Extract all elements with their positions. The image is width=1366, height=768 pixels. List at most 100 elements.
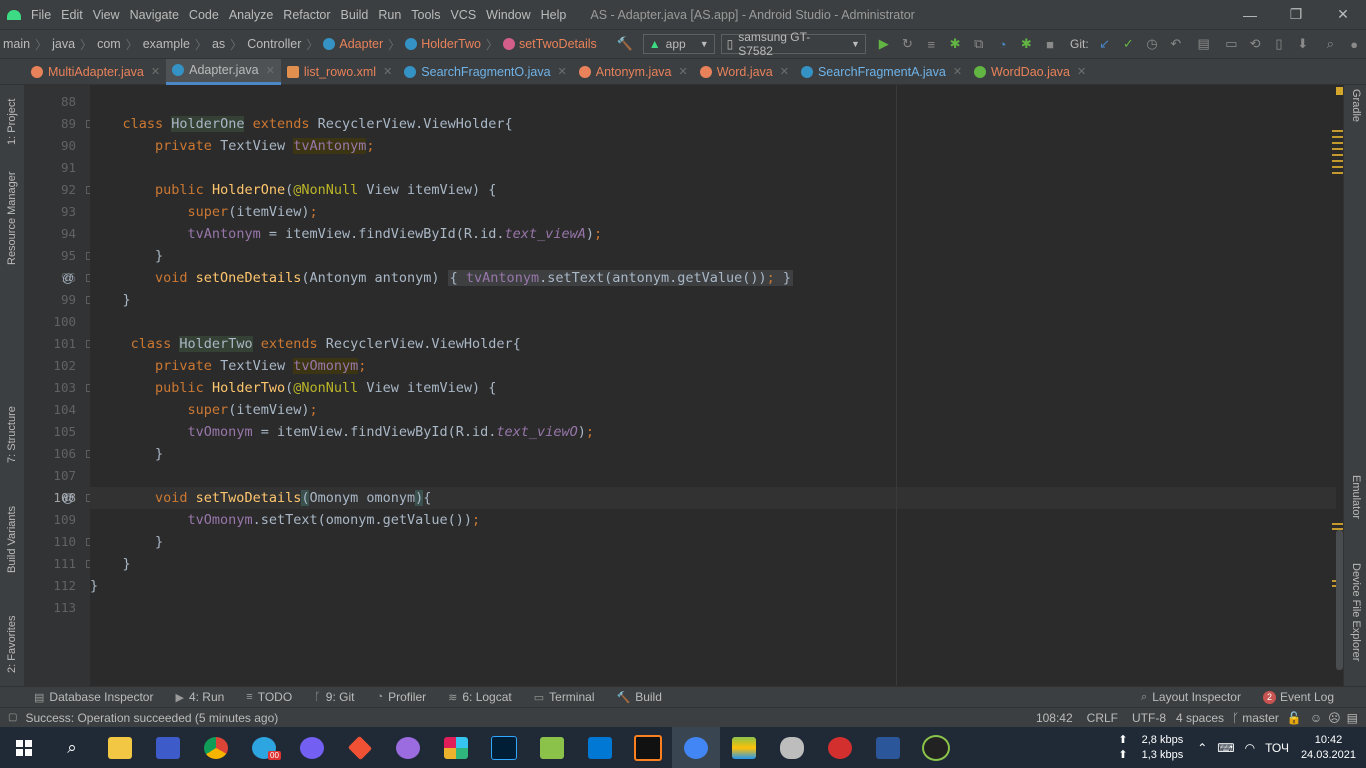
clock[interactable]: 10:42 24.03.2021 xyxy=(1301,733,1356,763)
tab-multiadapter[interactable]: MultiAdapter.java ✕ xyxy=(25,59,166,85)
database-inspector-button[interactable]: ▤ Database Inspector xyxy=(34,690,153,704)
android-studio-taskbar-icon[interactable] xyxy=(672,727,720,768)
profile-icon[interactable]: ◔ xyxy=(995,36,1011,52)
git-commit-icon[interactable]: ✓ xyxy=(1120,36,1136,52)
menu-file[interactable]: File xyxy=(31,8,51,22)
menu-refactor[interactable]: Refactor xyxy=(283,8,330,22)
apply-changes-icon[interactable]: ≡ xyxy=(923,36,939,52)
override-marker-icon[interactable]: @ xyxy=(62,267,74,289)
chrome-icon[interactable] xyxy=(192,727,240,768)
close-button[interactable]: ✕ xyxy=(1320,0,1366,29)
menu-analyze[interactable]: Analyze xyxy=(229,8,273,22)
close-icon[interactable]: ✕ xyxy=(151,65,160,78)
menu-navigate[interactable]: Navigate xyxy=(130,8,179,22)
structure-tool-button[interactable]: 7: Structure xyxy=(6,406,18,463)
breadcrumb-controller[interactable]: Controller 〉 xyxy=(247,36,323,53)
scroll-thumb[interactable] xyxy=(1336,530,1343,670)
tab-worddao[interactable]: WordDao.java ✕ xyxy=(968,59,1092,85)
breadcrumb-example[interactable]: example 〉 xyxy=(143,36,212,53)
caret-position[interactable]: 108:42 xyxy=(1036,711,1073,725)
search-icon[interactable]: ⌕ xyxy=(48,727,96,768)
github-desktop-icon[interactable] xyxy=(384,727,432,768)
git-update-icon[interactable]: ↙ xyxy=(1097,36,1113,52)
hammer-icon[interactable]: 🔨 xyxy=(617,36,633,52)
rerun-icon[interactable]: ↻ xyxy=(900,36,916,52)
emulator-tool-button[interactable]: Emulator xyxy=(1350,475,1362,519)
git-branch[interactable]: master xyxy=(1242,711,1279,725)
windows-start-icon[interactable] xyxy=(0,727,48,768)
photoshop-icon[interactable] xyxy=(480,727,528,768)
event-log-button[interactable]: 2 Event Log xyxy=(1262,690,1334,704)
menu-run[interactable]: Run xyxy=(378,8,401,22)
tab-word[interactable]: Word.java ✕ xyxy=(694,59,795,85)
speedtest-icon[interactable] xyxy=(912,727,960,768)
tab-adapter[interactable]: Adapter.java ✕ xyxy=(166,58,281,85)
tool-windows-toggle-icon[interactable]: ▢ xyxy=(8,712,17,723)
stop-icon[interactable]: ■ xyxy=(1042,36,1058,52)
close-icon[interactable]: ✕ xyxy=(558,65,567,78)
c-app-icon[interactable] xyxy=(816,727,864,768)
user-icon[interactable]: ● xyxy=(1346,36,1362,52)
build-tool-button[interactable]: 🔨 Build xyxy=(617,690,662,704)
git-gui-icon[interactable] xyxy=(336,727,384,768)
breadcrumb-java[interactable]: java 〉 xyxy=(52,36,97,53)
happy-face-icon[interactable]: ☺ xyxy=(1310,711,1322,725)
attach-icon[interactable]: ✱ xyxy=(1018,36,1034,52)
close-icon[interactable]: ✕ xyxy=(780,65,789,78)
breadcrumb-settwodetails[interactable]: setTwoDetails xyxy=(502,37,597,51)
layout-inspector-button[interactable]: ⌕ Layout Inspector xyxy=(1141,690,1241,704)
close-icon[interactable]: ✕ xyxy=(953,65,962,78)
menu-vcs[interactable]: VCS xyxy=(450,8,476,22)
attach-debugger-icon[interactable]: ⧉ xyxy=(971,36,987,52)
menu-edit[interactable]: Edit xyxy=(61,8,83,22)
menu-build[interactable]: Build xyxy=(341,8,369,22)
device-manager-icon[interactable]: ▯ xyxy=(1271,36,1287,52)
input-language[interactable]: ТОЧ xyxy=(1265,741,1289,755)
tab-searchfragmenta[interactable]: SearchFragmentA.java ✕ xyxy=(795,59,968,85)
debug-icon[interactable]: ✱ xyxy=(947,36,963,52)
file-encoding[interactable]: UTF-8 xyxy=(1132,711,1166,725)
git-rollback-icon[interactable]: ↶ xyxy=(1168,36,1184,52)
maximize-button[interactable]: ❐ xyxy=(1273,0,1319,29)
device-select[interactable]: ▯ samsung GT-S7582 ▼ xyxy=(720,30,866,58)
breadcrumb-holdertwo[interactable]: HolderTwo 〉 xyxy=(405,36,503,53)
project-tool-button[interactable]: 1: Project xyxy=(6,99,18,145)
database-icon[interactable] xyxy=(768,727,816,768)
favorites-tool-button[interactable]: 2: Favorites xyxy=(6,616,18,673)
keyboard-icon[interactable]: ⌨ xyxy=(1217,741,1234,755)
file-explorer-icon[interactable] xyxy=(96,727,144,768)
git-history-icon[interactable]: ◷ xyxy=(1144,36,1160,52)
override-marker-icon[interactable]: @ xyxy=(62,487,74,509)
word-icon[interactable] xyxy=(864,727,912,768)
terminal-tool-button[interactable]: ▭ Terminal xyxy=(534,690,595,704)
avd-manager-icon[interactable]: ▭ xyxy=(1223,36,1239,52)
code-editor[interactable]: class HolderOne extends RecyclerView.Vie… xyxy=(90,85,1336,686)
notepad-icon[interactable] xyxy=(528,727,576,768)
close-icon[interactable]: ✕ xyxy=(1077,65,1086,78)
bluestacks-icon[interactable] xyxy=(720,727,768,768)
sync-gradle-icon[interactable]: ⟲ xyxy=(1247,36,1263,52)
intellij-icon[interactable] xyxy=(624,727,672,768)
breadcrumb-main[interactable]: main 〉 xyxy=(3,36,52,53)
menu-window[interactable]: Window xyxy=(486,8,530,22)
breadcrumb-adapter[interactable]: Adapter 〉 xyxy=(323,36,405,53)
sdk-manager-icon[interactable]: ⬇ xyxy=(1295,36,1311,52)
indent-setting[interactable]: 4 spaces xyxy=(1176,711,1224,725)
breadcrumb-com[interactable]: com 〉 xyxy=(97,36,143,53)
close-icon[interactable]: ✕ xyxy=(678,65,687,78)
profiler-tool-button[interactable]: ◔ Profiler xyxy=(376,690,426,704)
menu-view[interactable]: View xyxy=(93,8,120,22)
save-app-icon[interactable] xyxy=(144,727,192,768)
telegram-icon[interactable]: 00 xyxy=(240,727,288,768)
run-config-select[interactable]: ▲ app ▼ xyxy=(642,34,715,54)
tab-searchfragmento[interactable]: SearchFragmentO.java ✕ xyxy=(398,59,572,85)
resource-manager-tool-button[interactable]: Resource Manager xyxy=(6,171,18,265)
tab-antonym[interactable]: Antonym.java ✕ xyxy=(573,59,694,85)
tab-list-rowo[interactable]: list_rowo.xml ✕ xyxy=(281,59,398,85)
close-icon[interactable]: ✕ xyxy=(266,64,275,77)
minimize-button[interactable]: — xyxy=(1227,0,1273,29)
wifi-icon[interactable]: ◠ xyxy=(1245,741,1255,755)
run-tool-button[interactable]: ▶ 4: Run xyxy=(175,690,224,704)
menu-help[interactable]: Help xyxy=(541,8,567,22)
sad-face-icon[interactable]: ☹ xyxy=(1328,711,1341,725)
